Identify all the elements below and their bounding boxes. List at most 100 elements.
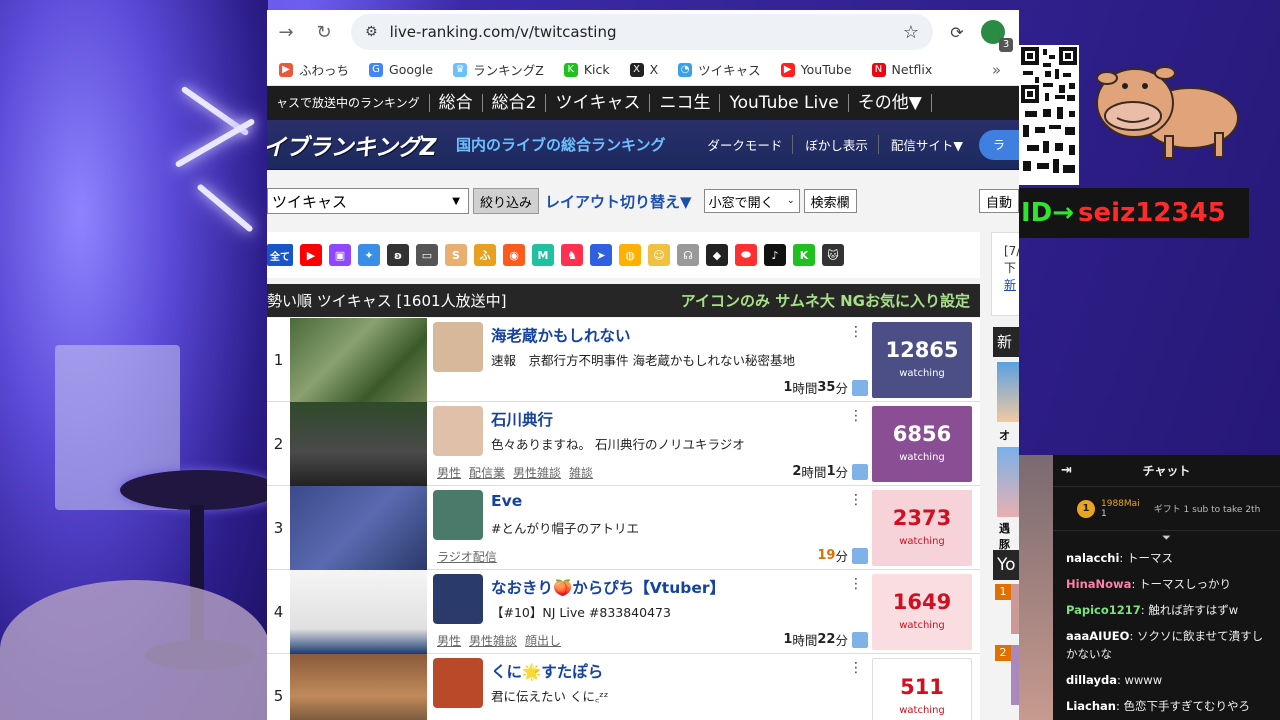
open-mode-select[interactable]: 小窓で開く ⌄ [703,189,800,213]
bookmark-item[interactable]: ▶ ふわっち [279,60,349,79]
stream-thumbnail[interactable] [290,570,427,654]
bookmarks-more-icon[interactable]: » [992,61,1001,79]
streamer-name[interactable]: 海老蔵かもしれない [491,324,631,346]
chat-collapse-icon[interactable]: ⇥ [1061,463,1072,478]
mildom-icon[interactable]: M [532,244,554,266]
tag-link[interactable]: 男性 [437,466,461,480]
filter-button[interactable]: 絞り込み [473,188,540,214]
tag-link[interactable]: 配信業 [469,466,505,480]
streamer-avatar[interactable] [433,322,483,372]
streamer-avatar[interactable] [433,490,483,540]
tag-link[interactable]: 雑談 [569,466,593,480]
blur-link[interactable]: ぼかし表示 [805,135,879,154]
site-select[interactable]: ツイキャス ▼ [267,188,469,214]
reload-icon[interactable]: ↻ [311,19,337,45]
more-options-icon[interactable]: ⋮ [849,324,863,340]
url-text[interactable]: live-ranking.com/v/twitcasting [390,23,903,41]
spoon-icon[interactable]: ◆ [706,244,728,266]
tag-link[interactable]: 男性雑談 [469,634,517,648]
ranking-row[interactable]: 2 石川典行 色々ありますね。 石川典行のノリユキラジオ 男性 配信業 男性雑談 雑談 ⋮ 2 時… [267,402,980,486]
more-options-icon[interactable]: ⋮ [849,492,863,508]
list-options[interactable]: アイコンのみ サムネ大 NGお気に入り設定 [681,290,970,311]
side-thumbnail[interactable] [1011,645,1019,705]
side-thumbnail[interactable] [997,362,1019,422]
chat-username[interactable]: aaaAIUEO [1066,629,1129,643]
stream-thumbnail[interactable] [290,486,427,570]
tag-link[interactable]: ラジオ配信 [437,550,497,564]
extension-icon[interactable]: 3 [981,20,1013,52]
streamer-avatar[interactable] [433,406,483,456]
search-field-button[interactable]: 検索欄 [803,189,857,213]
bookmark-item[interactable]: ♛ ランキングZ [453,60,544,79]
bookmark-star-icon[interactable]: ☆ [903,22,919,43]
bookmark-item[interactable]: K Kick [563,62,610,77]
tag-link[interactable]: 男性雑談 [513,466,561,480]
pinned-divider-icon[interactable]: ⏷ [1053,531,1280,545]
tiktok-icon[interactable]: ♪ [764,244,786,266]
chat-username[interactable]: Liachan [1066,699,1116,713]
layout-toggle-link[interactable]: レイアウト切り替え▼ [545,191,692,212]
niconico-icon[interactable]: ▭ [416,244,438,266]
ranking-row[interactable]: 3 Eve #とんがり帽子のアトリエ ラジオ配信 ⋮ 19 分 2373 watching [267,486,980,570]
streamer-name[interactable]: 石川典行 [491,408,553,430]
stream-thumbnail[interactable] [290,654,427,720]
chat-username[interactable]: nalacchi [1066,551,1119,565]
site-nav-item[interactable]: YouTube Live [720,94,849,112]
platform-all-button[interactable]: 全て [267,244,293,266]
chat-username[interactable]: Papico1217 [1066,603,1141,617]
site-logo[interactable]: イブランキングZ [267,128,437,162]
twitcasting-icon[interactable]: ✦ [358,244,380,266]
streamer-name[interactable]: Eve [491,492,522,510]
bookmark-item[interactable]: XX [629,62,658,77]
more-options-icon[interactable]: ⋮ [849,408,863,424]
side-notice-link[interactable]: 新 [1004,277,1019,294]
ranking-row[interactable]: 5 くに🌟すたぽら 君に伝えたい くに꜀ᶻᶻ ⋮ 511 watching [267,654,980,720]
streamer-avatar[interactable] [433,658,483,708]
more-options-icon[interactable]: ⋮ [849,576,863,592]
fuwacchi-icon[interactable]: ʚ [387,244,409,266]
radiotalk-icon[interactable]: ⬬ [735,244,757,266]
streamer-name[interactable]: くに🌟すたぽら [491,660,603,682]
nekoneko-icon[interactable]: 🐱 [822,244,844,266]
bookmark-item[interactable]: ▶ YouTube [780,62,852,77]
streamer-avatar[interactable] [433,574,483,624]
ranking-row[interactable]: 4 なおきり🍑からぴち【Vtuber】 【#10】NJ Live #83384047… [267,570,980,654]
kick-icon[interactable]: K [793,244,815,266]
tag-link[interactable]: 男性 [437,634,461,648]
site-nav-item[interactable]: 総合2 [483,94,547,112]
site-nav-item[interactable]: ャスで放送中のランキング [267,94,430,112]
dark-mode-link[interactable]: ダークモード [707,135,794,154]
twitch-icon[interactable]: ▣ [329,244,351,266]
17live-icon[interactable]: ♞ [561,244,583,266]
bookmark-item[interactable]: ◔ ツイキャス [678,60,761,79]
bookmark-item[interactable]: G Google [369,62,433,77]
showroom-icon[interactable]: S [445,244,467,266]
openrec-icon[interactable]: ◉ [503,244,525,266]
auto-button[interactable]: 自動 [978,189,1019,213]
stream-thumbnail[interactable] [290,402,427,486]
chat-username[interactable]: HinaNowa [1066,577,1131,591]
pococha-icon[interactable]: ➤ [590,244,612,266]
site-nav-item[interactable]: ツイキャス [546,94,651,112]
stream-thumbnail[interactable] [290,318,427,402]
brand-pill-button[interactable]: ラ [979,129,1019,160]
tag-link[interactable]: 顔出し [525,634,561,648]
youtube-icon[interactable]: ▶ [300,244,322,266]
more-options-icon[interactable]: ⋮ [849,660,863,676]
mirrativ-icon[interactable]: ☊ [677,244,699,266]
vtuber-icon[interactable]: ☺ [648,244,670,266]
site-nav-item[interactable]: 総合 [430,94,483,112]
url-bar[interactable]: ⚙ live-ranking.com/v/twitcasting ☆ [351,14,933,50]
side-thumbnail[interactable] [997,447,1019,517]
site-nav-item[interactable]: ニコ生 [650,94,721,112]
site-nav-item[interactable]: その他▼ [849,94,932,112]
ranking-row[interactable]: 1 海老蔵かもしれない 速報 京都行方不明事件 海老蔵かもしれない秘密基地 ⋮ 1 時間 3… [267,318,980,402]
sync-icon[interactable]: ⟳ [945,20,969,44]
streamer-name[interactable]: なおきり🍑からぴち【Vtuber】 [491,576,725,598]
bookmark-item[interactable]: N Netflix [871,62,932,77]
fuwa-icon[interactable]: ふ [474,244,496,266]
site-settings-icon[interactable]: ⚙ [365,24,378,40]
site-select-link[interactable]: 配信サイト▼ [891,135,973,154]
forward-icon[interactable]: → [273,19,299,45]
chat-username[interactable]: dillayda [1066,673,1117,687]
